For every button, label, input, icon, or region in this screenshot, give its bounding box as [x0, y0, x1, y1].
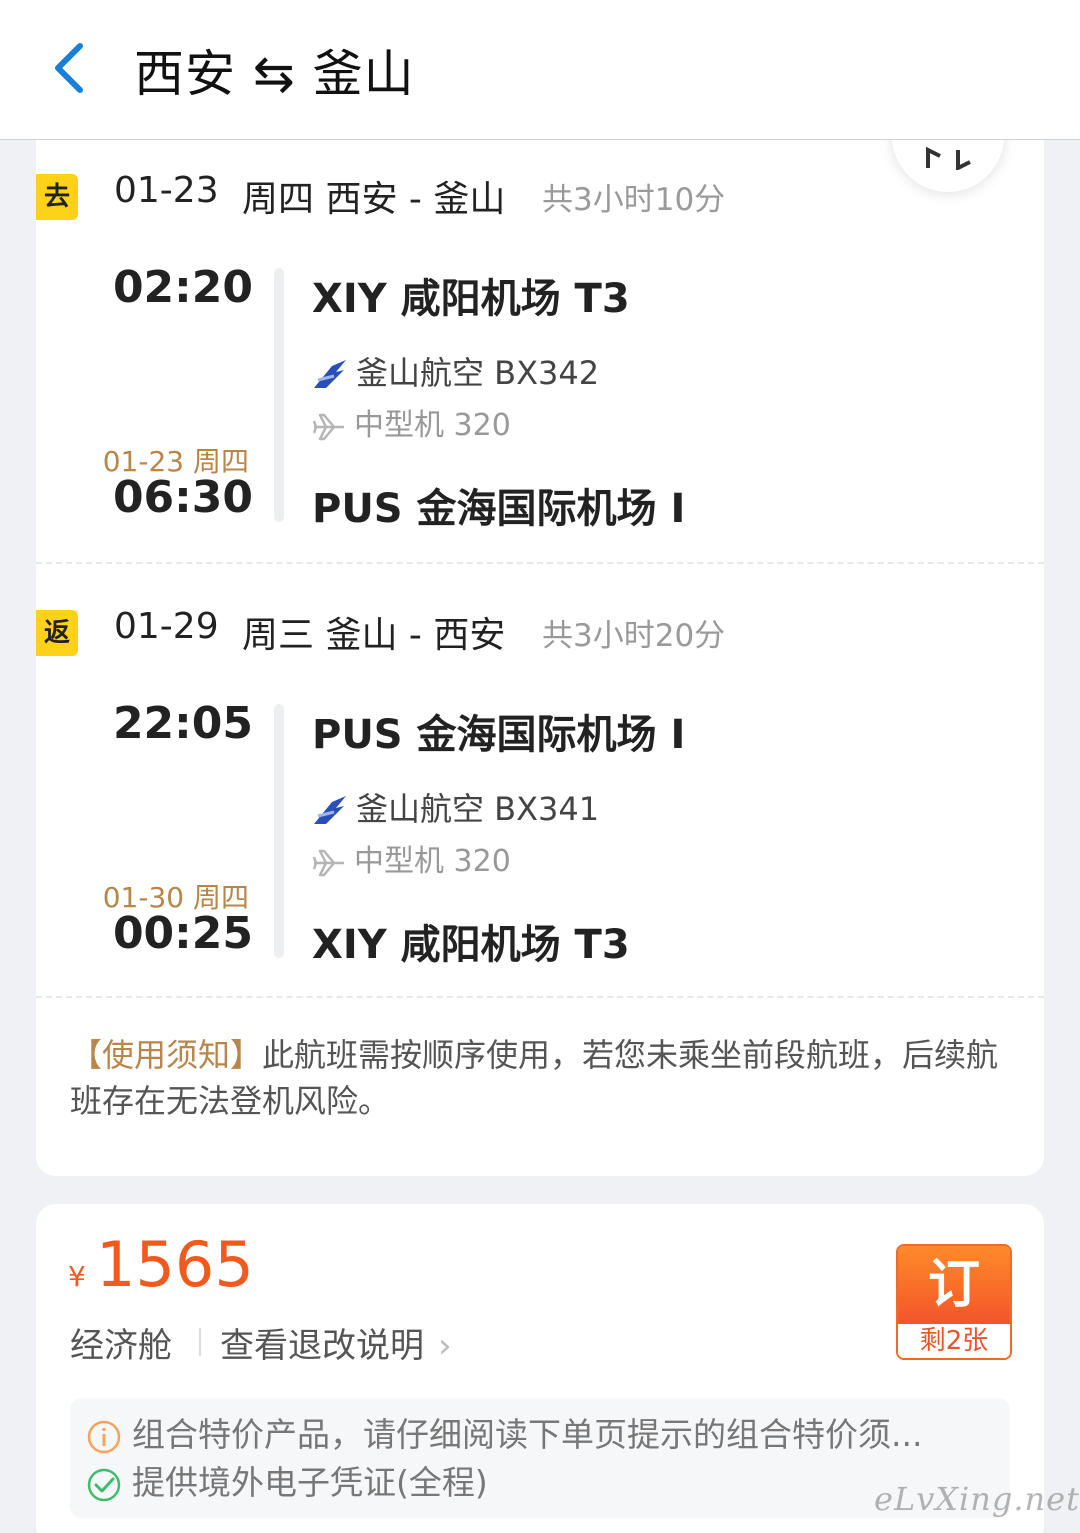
chevron-left-icon [55, 43, 83, 93]
divider [199, 1328, 201, 1356]
aircraft-type: 中型机 320 [354, 844, 511, 879]
usage-notice: 【使用须知】此航班需按顺序使用，若您未乘坐前段航班，后续航班存在无法登机风险。 [70, 1032, 1010, 1124]
aircraft-type: 中型机 320 [354, 408, 511, 443]
check-circle-icon [87, 1468, 121, 1501]
voucher-tip-text: 提供境外电子凭证(全程) [132, 1463, 488, 1502]
aircraft-info: 中型机 320 [312, 400, 511, 444]
book-button[interactable]: 订 剩2张 [896, 1244, 1012, 1360]
departure-time: 02:20 [112, 262, 253, 313]
timeline-line [274, 704, 284, 958]
timeline-line [274, 268, 284, 522]
airline-flight-number: 釜山航空 BX342 [356, 354, 600, 392]
voucher-tip: 提供境外电子凭证(全程) [86, 1456, 488, 1504]
arrival-airport: XIY 咸阳机场 T3 [312, 922, 630, 968]
arrival-time: 00:25 [112, 908, 253, 959]
airline-info: 釜山航空 BX342 [312, 348, 599, 394]
refund-policy-link[interactable]: 查看退改说明 › [220, 1318, 452, 1367]
outbound-segment[interactable]: 去 01-23 周四 西安 - 釜山 共3小时10分 02:20 XIY 咸阳机… [36, 170, 1044, 570]
segment-date: 01-23 [114, 170, 219, 211]
segment-divider [36, 562, 1044, 564]
return-badge: 返 [36, 610, 78, 656]
departure-airport: XIY 咸阳机场 T3 [312, 276, 630, 322]
flight-details-card: 去 01-23 周四 西安 - 釜山 共3小时10分 02:20 XIY 咸阳机… [36, 140, 1044, 1176]
watermark: eLvXing.net [874, 1480, 1080, 1518]
airline-flight-number: 釜山航空 BX341 [356, 790, 600, 828]
airline-info: 釜山航空 BX341 [312, 784, 599, 830]
plane-icon [312, 413, 344, 440]
arrival-time: 06:30 [112, 472, 253, 523]
notice-label: 【使用须知】 [70, 1036, 263, 1074]
swap-icon [926, 146, 971, 170]
top-nav-bar: 西安 ⇆ 釜山 [0, 0, 1080, 140]
combo-tip[interactable]: 组合特价产品，请仔细阅读下单页提示的组合特价须... [86, 1408, 922, 1456]
page-title: 西安 ⇆ 釜山 [134, 45, 415, 103]
segment-duration: 共3小时20分 [542, 618, 726, 654]
segment-route: 周三 釜山 - 西安 [242, 615, 506, 656]
chevron-right-icon: › [438, 1326, 452, 1366]
airline-logo-icon [314, 796, 346, 824]
price-amount: 1565 [96, 1228, 254, 1301]
departure-airport: PUS 金海国际机场 I [312, 712, 686, 758]
currency-symbol: ¥ [68, 1260, 86, 1293]
combo-tip-text: 组合特价产品，请仔细阅读下单页提示的组合特价须... [132, 1415, 923, 1454]
arrival-airport: PUS 金海国际机场 I [312, 486, 686, 532]
segment-date: 01-29 [114, 606, 219, 647]
segment-route: 周四 西安 - 釜山 [242, 179, 506, 220]
segment-divider [36, 996, 1044, 998]
departure-time: 22:05 [112, 698, 253, 749]
product-tips: 组合特价产品，请仔细阅读下单页提示的组合特价须... 提供境外电子凭证(全程) [70, 1398, 1010, 1518]
plane-icon [312, 849, 344, 876]
segment-duration: 共3小时10分 [542, 182, 726, 218]
segment-header: 返 01-29 周三 釜山 - 西安 共3小时20分 [36, 606, 1044, 666]
cabin-class: 经济舱 [70, 1326, 172, 1366]
segment-header: 去 01-23 周四 西安 - 釜山 共3小时10分 [36, 170, 1044, 230]
back-button[interactable] [48, 40, 92, 96]
book-label: 订 [898, 1246, 1010, 1324]
outbound-badge: 去 [36, 174, 78, 220]
info-icon [87, 1420, 121, 1453]
return-segment[interactable]: 返 01-29 周三 釜山 - 西安 共3小时20分 22:05 PUS 金海国… [36, 606, 1044, 1006]
refund-policy-label: 查看退改说明 [220, 1326, 424, 1366]
tickets-remaining: 剩2张 [898, 1324, 1010, 1358]
airline-logo-icon [314, 360, 346, 388]
aircraft-info: 中型机 320 [312, 836, 511, 880]
